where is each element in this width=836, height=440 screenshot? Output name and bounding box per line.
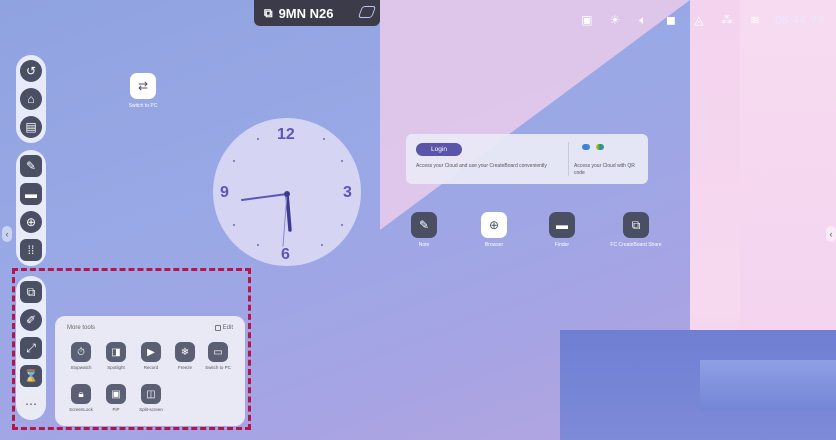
whiteboard-icon[interactable]: ✎ (20, 155, 42, 177)
device-icon: ⧉ (264, 5, 273, 20)
desktop-app-share[interactable]: ⧉ FC CreateBoard Share (596, 212, 676, 248)
wifi-icon[interactable]: ≋ (747, 13, 763, 27)
browser-icon[interactable]: ⊕ (20, 211, 42, 233)
google-drive-icon (596, 144, 604, 150)
desktop-app-label: Note (418, 242, 430, 248)
screen-share-icon[interactable]: ▣ (579, 13, 595, 27)
device-badge[interactable]: ⧉ 9MN N26 (254, 0, 380, 26)
background-facet (380, 0, 690, 230)
desktop-switch-to-pc[interactable]: ⇄ Switch to PC (118, 73, 168, 109)
desktop-switch-label: Switch to PC (128, 103, 158, 109)
cloud-description: Access your Cloud and use your CreateBoa… (416, 163, 547, 169)
window-icon[interactable]: ▤ (20, 116, 42, 138)
sidebar-group-apps: ✎ ▬ ⊕ ⁞⁞ (16, 150, 46, 266)
desktop-app-finder[interactable]: ▬ Finder (542, 212, 582, 248)
hub-icon[interactable]: ◬ (691, 13, 707, 27)
analog-clock: 12 3 6 9 (213, 118, 361, 266)
eraser-icon[interactable] (357, 6, 377, 18)
background-step (700, 360, 836, 410)
clock-hands (241, 191, 292, 247)
chevron-right-icon[interactable]: ‹ (826, 226, 836, 242)
network-icon[interactable]: ⁂ (719, 13, 735, 27)
login-button[interactable]: Login (416, 143, 462, 156)
desktop-app-label: Browser (484, 242, 504, 248)
clock-time: 05:44 ?? (774, 13, 824, 27)
desktop-app-note[interactable]: ✎ Note (404, 212, 444, 248)
browser-icon: ⊕ (481, 212, 507, 238)
folder-icon[interactable]: ▬ (20, 183, 42, 205)
share-icon: ⧉ (623, 212, 649, 238)
sidebar-group-navigation: ↺ ⌂ ▤ (16, 55, 46, 143)
qr-description: Access your Cloud with QR code (574, 163, 635, 176)
cloud-login-card: Login Access your Cloud and use your Cre… (406, 134, 648, 184)
volume-icon[interactable]: 🔈︎ (635, 13, 651, 27)
card-divider (568, 142, 569, 176)
brightness-icon[interactable]: ☀ (607, 13, 623, 27)
desktop-app-label: Finder (554, 242, 570, 248)
back-icon[interactable]: ↺ (20, 60, 42, 82)
selection-highlight (12, 268, 251, 430)
device-name: 9MN N26 (278, 5, 334, 21)
folder-icon: ▬ (549, 212, 575, 238)
onedrive-icon (582, 144, 590, 150)
switch-icon: ⇄ (130, 73, 156, 99)
apps-icon[interactable]: ⁞⁞ (20, 239, 42, 261)
chevron-left-icon[interactable]: ‹ (2, 226, 12, 242)
note-icon: ✎ (411, 212, 437, 238)
home-icon[interactable]: ⌂ (20, 88, 42, 110)
camera-icon[interactable]: ◼ (663, 13, 679, 27)
cloud-provider-icons[interactable] (582, 144, 604, 150)
desktop-app-label: FC CreateBoard Share (610, 242, 662, 248)
desktop-app-browser[interactable]: ⊕ Browser (474, 212, 514, 248)
background-wall-panel (740, 0, 836, 330)
status-bar: ▣ ☀ 🔈︎ ◼ ◬ ⁂ ≋ 05:44 ?? (579, 10, 824, 30)
